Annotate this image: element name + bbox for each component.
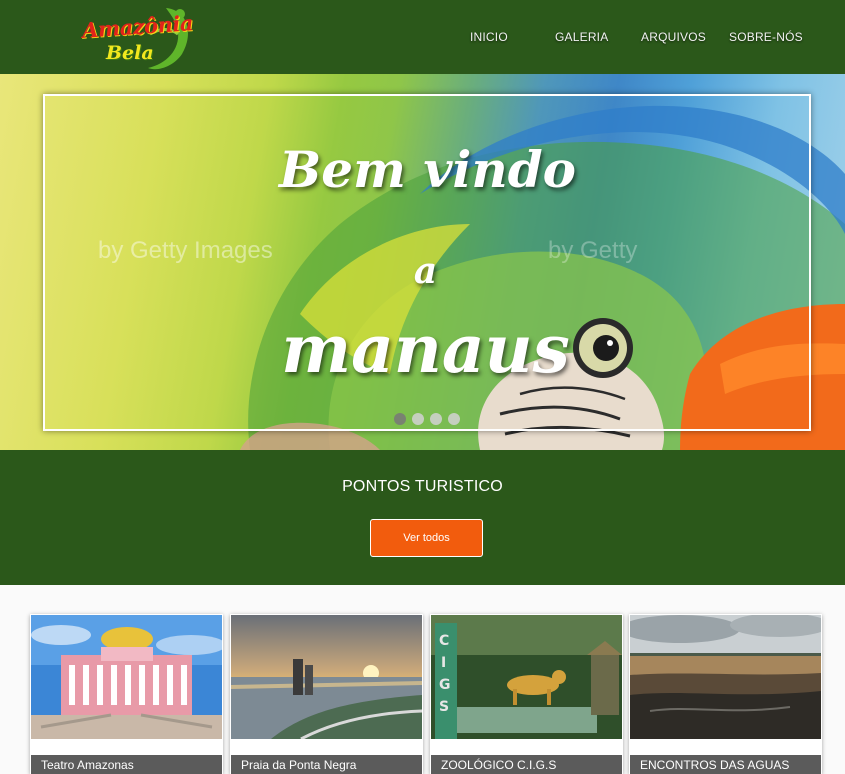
card-image (630, 615, 821, 739)
card-teatro-amazonas[interactable]: Teatro Amazonas (30, 614, 223, 774)
card-praia-ponta-negra[interactable]: Praia da Ponta Negra (230, 614, 423, 774)
nav-galeria[interactable]: GALERIA (555, 30, 608, 44)
nav-sobre-nos[interactable]: SOBRE-NÓS (729, 30, 803, 44)
card-zoologico-cigs[interactable]: C I G S ZOOLÓGICO C.I.G.S (430, 614, 623, 774)
card-title: Praia da Ponta Negra (231, 755, 422, 774)
svg-text:G: G (439, 677, 451, 693)
carousel-dot-2[interactable] (412, 413, 424, 425)
carousel-dot-4[interactable] (448, 413, 460, 425)
card-title: Teatro Amazonas (31, 755, 222, 774)
card-image (231, 615, 422, 739)
card-image (31, 615, 222, 739)
carousel-dot-1[interactable] (394, 413, 406, 425)
card-title: ZOOLÓGICO C.I.G.S (431, 755, 622, 774)
svg-text:S: S (439, 699, 449, 715)
site-header: Amazônia Bela INICIO GALERIA ARQUIVOS SO… (0, 0, 845, 74)
hero-heading-line2: a (413, 250, 438, 292)
tourist-spots-grid: Teatro Amazonas Praia da Ponta Negra C I… (0, 585, 845, 774)
hero-carousel[interactable]: by Getty Images by Getty Bem vindo a man… (0, 74, 845, 450)
carousel-dot-3[interactable] (430, 413, 442, 425)
see-all-button[interactable]: Ver todos (370, 519, 483, 557)
hero-heading-line1: Bem vindo (278, 140, 577, 199)
card-image: C I G S (431, 615, 622, 739)
card-title: ENCONTROS DAS AGUAS (630, 755, 821, 774)
tourist-spots-banner: PONTOS TURISTICO Ver todos (0, 450, 845, 585)
main-nav: INICIO GALERIA ARQUIVOS SOBRE-NÓS (0, 30, 845, 46)
svg-text:I: I (441, 655, 446, 671)
nav-inicio[interactable]: INICIO (470, 30, 508, 44)
nav-arquivos[interactable]: ARQUIVOS (641, 30, 706, 44)
hero-heading-line3: manaus (281, 310, 570, 388)
svg-text:C: C (439, 633, 449, 649)
section-title: PONTOS TURISTICO (342, 478, 503, 495)
card-encontro-das-aguas[interactable]: ENCONTROS DAS AGUAS (629, 614, 822, 774)
